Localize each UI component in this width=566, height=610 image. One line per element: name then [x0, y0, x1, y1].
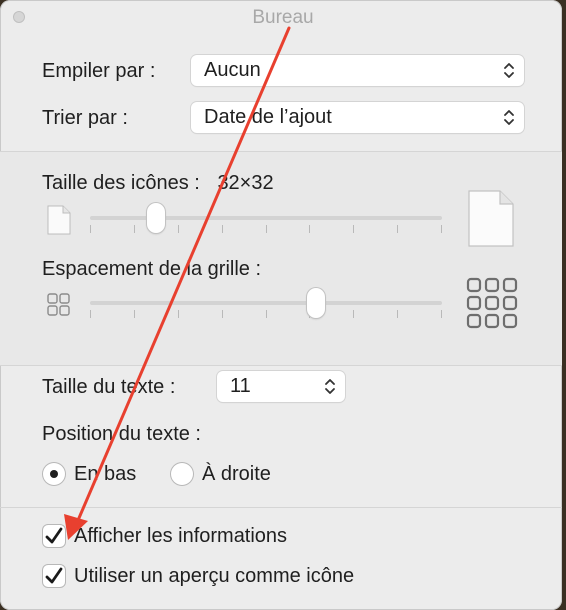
grid-spacing-slider[interactable] [90, 288, 442, 318]
large-document-icon [468, 190, 514, 247]
text-size-select[interactable]: 11 [217, 371, 345, 402]
slider-tick [397, 310, 398, 318]
icon-size-label: Taille des icônes : 32×32 [42, 172, 274, 195]
slider-thumb[interactable] [147, 203, 165, 233]
sort-by-label: Trier par : [42, 107, 128, 129]
window-title: Bureau [252, 7, 314, 28]
desktop-view-options-window: Bureau Empiler par : Aucun Trier par : D… [0, 0, 562, 610]
tight-grid-icon [47, 293, 70, 316]
text-size-label: Taille du texte : [42, 376, 176, 398]
slider-tick [222, 225, 223, 233]
chevron-updown-icon [504, 110, 514, 125]
text-position-label: Position du texte : [42, 423, 201, 445]
separator [0, 365, 562, 366]
slider-thumb[interactable] [307, 288, 325, 318]
slider-tick [309, 225, 310, 233]
slider-tick [353, 310, 354, 318]
slider-tick [397, 225, 398, 233]
sort-by-select[interactable]: Date de l’ajout [191, 102, 524, 133]
small-document-icon [47, 205, 71, 235]
icon-size-label-text: Taille des icônes : [42, 172, 200, 194]
slider-tick [441, 310, 442, 318]
slider-tick [266, 225, 267, 233]
radio-right[interactable] [171, 463, 193, 485]
radio-bottom-label[interactable]: En bas [74, 463, 136, 486]
grid-spacing-label: Espacement de la grille : [42, 258, 262, 280]
icon-size-value: 32×32 [217, 172, 274, 194]
checkmark-icon [45, 567, 63, 584]
use-preview-label[interactable]: Utiliser un aperçu comme icône [74, 565, 354, 588]
stack-by-value: Aucun [204, 59, 261, 81]
slider-tick [134, 225, 135, 233]
show-info-checkbox[interactable] [43, 525, 65, 547]
stack-by-select[interactable]: Aucun [191, 55, 524, 86]
slider-track [90, 216, 442, 220]
stack-by-label: Empiler par : [42, 60, 156, 82]
chevron-updown-icon [504, 63, 514, 78]
slider-tick [90, 225, 91, 233]
icon-size-slider[interactable] [90, 203, 442, 233]
checkmark-icon [45, 527, 63, 544]
separator [0, 507, 562, 508]
slider-tick [178, 225, 179, 233]
show-info-label[interactable]: Afficher les informations [74, 525, 287, 548]
title-bar: Bureau [0, 0, 562, 38]
slider-tick [90, 310, 91, 318]
radio-bottom[interactable] [43, 463, 65, 485]
wide-grid-icon [466, 277, 518, 329]
slider-tick [222, 310, 223, 318]
text-size-value: 11 [230, 375, 251, 397]
sort-by-value: Date de l’ajout [204, 106, 332, 128]
use-preview-checkbox[interactable] [43, 565, 65, 587]
slider-tick [178, 310, 179, 318]
slider-tick [134, 310, 135, 318]
slider-tick [441, 225, 442, 233]
slider-tick [353, 225, 354, 233]
slider-tick [266, 310, 267, 318]
chevron-updown-icon [325, 379, 335, 394]
slider-track [90, 301, 442, 305]
radio-right-label[interactable]: À droite [202, 463, 271, 486]
